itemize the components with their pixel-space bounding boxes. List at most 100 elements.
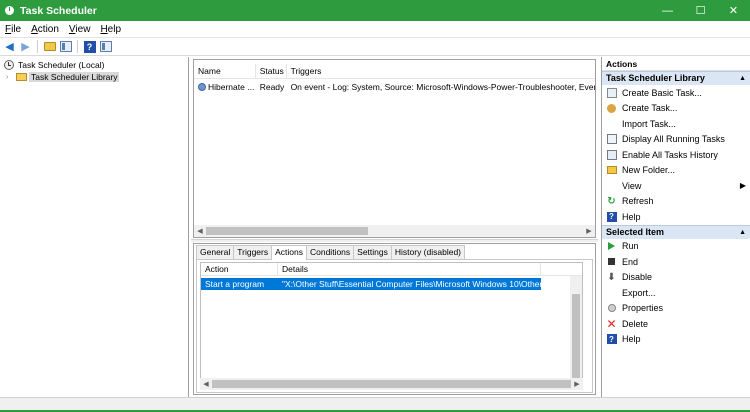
tab-settings[interactable]: Settings — [353, 245, 392, 259]
column-header-status[interactable]: Status — [256, 64, 287, 78]
table-row[interactable]: Start a program "X:\Other Stuff\Essentia… — [201, 278, 541, 290]
action-refresh[interactable]: ↻ Refresh — [602, 194, 750, 210]
task-scheduler-clock-icon — [5, 6, 14, 15]
scroll-thumb[interactable] — [572, 294, 580, 380]
task-detail-pane: General Triggers Actions Conditions Sett… — [193, 243, 596, 395]
display-running-icon — [606, 134, 617, 145]
close-button[interactable]: ✕ — [717, 0, 750, 21]
action-disable[interactable]: ⬇ Disable — [602, 270, 750, 286]
scroll-left-icon[interactable]: ◀ — [194, 227, 206, 235]
chevron-up-icon[interactable]: ▲ — [739, 72, 746, 85]
actions-list: Action Details Start a program "X:\Other… — [200, 262, 583, 380]
help-icon[interactable]: ? — [83, 40, 96, 53]
refresh-icon: ↻ — [607, 195, 616, 207]
action-new-folder[interactable]: New Folder... — [602, 163, 750, 179]
back-arrow-icon[interactable]: ◀ — [3, 40, 16, 53]
chevron-up-icon[interactable]: ▲ — [739, 226, 746, 239]
column-header-triggers[interactable]: Triggers — [287, 64, 595, 78]
tab-actions[interactable]: Actions — [271, 245, 307, 260]
create-task-icon — [607, 103, 616, 113]
actions-panel-title: Actions — [602, 57, 750, 71]
create-basic-task-icon — [606, 87, 617, 98]
scroll-left-icon[interactable]: ◀ — [200, 380, 212, 388]
end-icon — [608, 258, 615, 266]
chevron-right-icon[interactable]: › — [6, 74, 14, 81]
action-create-basic-task[interactable]: Create Basic Task... — [602, 85, 750, 101]
toolbar-separator — [77, 40, 78, 53]
actions-tab-body: Action Details Start a program "X:\Other… — [196, 259, 593, 393]
scroll-right-icon[interactable]: ▶ — [583, 227, 595, 235]
action-enable-history[interactable]: Enable All Tasks History — [602, 147, 750, 163]
window-title: Task Scheduler — [20, 4, 97, 17]
run-icon — [608, 242, 615, 251]
menu-action[interactable]: Action — [26, 24, 64, 35]
action-run[interactable]: Run — [602, 239, 750, 255]
task-list-pane: Name Status Triggers Hibernate ... Ready… — [193, 59, 596, 238]
forward-arrow-icon[interactable]: ▶ — [19, 40, 32, 53]
window-controls: — ☐ ✕ — [651, 0, 750, 21]
menu-view[interactable]: View — [64, 24, 96, 35]
toolbar-separator — [37, 40, 38, 53]
minimize-button[interactable]: — — [651, 0, 684, 21]
task-icon — [198, 83, 206, 92]
actions-panel: Actions Task Scheduler Library ▲ Create … — [601, 57, 750, 397]
action-type-cell: Start a program — [205, 279, 265, 289]
action-display-running[interactable]: Display All Running Tasks — [602, 132, 750, 148]
tree-item-local[interactable]: Task Scheduler (Local) — [0, 59, 188, 71]
column-header-name[interactable]: Name — [194, 64, 256, 78]
menu-file[interactable]: File — [0, 24, 26, 35]
actions-list-header: Action Details — [201, 263, 582, 276]
tab-conditions[interactable]: Conditions — [305, 245, 355, 259]
action-help[interactable]: ? Help — [602, 209, 750, 225]
action-delete[interactable]: ✕ Delete — [602, 316, 750, 332]
table-row[interactable]: Hibernate ... Ready On event - Log: Syst… — [194, 80, 595, 93]
tab-history[interactable]: History (disabled) — [390, 245, 466, 259]
section-header-library[interactable]: Task Scheduler Library ▲ — [602, 71, 750, 85]
show-hide-action-pane-icon[interactable] — [99, 40, 112, 53]
clock-icon — [4, 60, 14, 70]
action-end[interactable]: End — [602, 254, 750, 270]
task-triggers-cell: On event - Log: System, Source: Microsof… — [290, 81, 595, 92]
task-name-cell: Hibernate ... — [194, 82, 256, 92]
tree-item-library[interactable]: › Task Scheduler Library — [0, 71, 188, 83]
pane-splitter[interactable] — [191, 239, 598, 242]
action-help-selected[interactable]: ? Help — [602, 332, 750, 348]
help-icon: ? — [606, 211, 617, 222]
scroll-thumb[interactable] — [206, 227, 368, 235]
task-list-horizontal-scrollbar[interactable]: ◀ ▶ — [194, 225, 595, 237]
action-export[interactable]: Export... — [602, 285, 750, 301]
action-import-task[interactable]: Import Task... — [602, 116, 750, 132]
console-tree: Task Scheduler (Local) › Task Scheduler … — [0, 57, 189, 397]
action-view[interactable]: View ▶ — [602, 178, 750, 194]
menu-help[interactable]: Help — [95, 24, 126, 35]
show-hide-console-tree-icon[interactable] — [59, 40, 72, 53]
chevron-right-icon: ▶ — [739, 181, 746, 191]
help-icon: ? — [606, 334, 617, 345]
properties-icon — [607, 304, 616, 313]
enable-history-icon — [606, 149, 617, 160]
scroll-track[interactable] — [206, 226, 583, 236]
action-properties[interactable]: Properties — [602, 301, 750, 317]
tree-item-label: Task Scheduler Library — [29, 72, 120, 82]
tab-general[interactable]: General — [196, 245, 235, 259]
delete-icon: ✕ — [606, 316, 617, 331]
disable-icon: ⬇ — [607, 271, 616, 283]
action-create-task[interactable]: Create Task... — [602, 101, 750, 117]
column-header-details[interactable]: Details — [278, 263, 541, 275]
maximize-button[interactable]: ☐ — [684, 0, 717, 21]
tree-item-label: Task Scheduler (Local) — [18, 60, 105, 70]
menu-bar: File Action View Help — [0, 21, 750, 38]
toolbar: ◀ ▶ ? — [0, 38, 750, 56]
new-folder-icon — [606, 166, 617, 175]
scroll-track[interactable] — [212, 379, 571, 389]
scroll-thumb[interactable] — [212, 380, 571, 388]
column-header-action[interactable]: Action — [201, 263, 278, 275]
scroll-right-icon[interactable]: ▶ — [571, 380, 583, 388]
up-folder-icon[interactable] — [43, 40, 56, 53]
actions-vertical-scrollbar[interactable] — [570, 276, 582, 380]
tab-triggers[interactable]: Triggers — [233, 245, 273, 259]
section-header-selected-item[interactable]: Selected Item ▲ — [602, 224, 750, 239]
task-status-cell: Ready — [259, 81, 285, 92]
actions-horizontal-scrollbar[interactable]: ◀ ▶ — [200, 378, 583, 390]
detail-tabs: General Triggers Actions Conditions Sett… — [196, 245, 466, 260]
